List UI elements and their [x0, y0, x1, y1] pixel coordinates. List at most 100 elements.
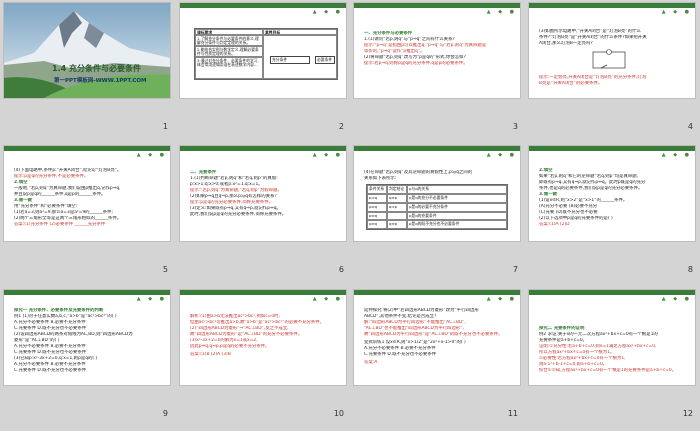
- slide-10-line: 因此p⇏q,q⇒p,p是q的必要不充分条件。: [190, 344, 270, 349]
- slide-thumbnail-1[interactable]: 1.4 充分条件与必要条件 第一PPT模板网-WWW.1PPT.COM 1: [4, 3, 170, 131]
- slide-nav-icons: ▲ ◆ ●: [312, 152, 343, 158]
- slide-1-footer: 第一PPT模板网-WWW.1PPT.COM: [54, 78, 147, 84]
- slide-10-line: 故“四边形ABCD为菱形”是“AC⊥BD”的充分不必要条件。: [190, 332, 303, 337]
- slide-5-line: 一般地,“若p,则q”为真命题,我们说由p推出q,记作p⇒q,: [14, 186, 121, 191]
- slide-thumbnail-7[interactable]: ▲ ◆ ● (4)在命题“若p,则q”及其逆命题的真假性上,p与q之间的 关系如…: [354, 146, 520, 274]
- slide-11-line: 变式训练1 设x∈R,则“x>1/2”是“2x²+x-1>0”的( ): [364, 340, 466, 345]
- concept-box-necessary: 必要条件: [315, 56, 335, 64]
- slide-thumbnail-3[interactable]: ▲ ◆ ● 一、充分条件与必要条件 1.(1)请问“若p,则q”与“p⇒q”之间…: [354, 3, 520, 131]
- slide-12-canvas: ▲ ◆ ● 探究二 充要条件的证明 例2 求证:关于x的一元二次方程ax²+bx…: [529, 290, 695, 385]
- goals-table: 课标要求 素养目标 1.了解充分条件与必要条件的意义,理解充分条件与判定定理的关…: [194, 28, 338, 80]
- concept-box-sufficient: 充分条件: [270, 56, 310, 64]
- slide-thumbnail-6[interactable]: ▲ ◆ ● 二、充要条件 1.(1)判断命题“若p,则q”和“若q,则p”的真假…: [180, 146, 346, 274]
- slide-9-line: A.充分不必要条件 B.必要不充分条件: [14, 344, 86, 349]
- slide-10-line: (3)x²-3x+2=0的解为x=1或x=2,: [190, 338, 258, 343]
- slide-thumbnail-8[interactable]: ▲ ◆ ● 2.填空 如果“若p,则q”和它的逆命题“若q,则p”均是真命题, …: [529, 146, 695, 274]
- slide-number: 12: [682, 409, 693, 418]
- table-cell: p⇏q: [367, 203, 387, 212]
- table-cell: p是q的既不充分也不必要条件: [407, 220, 507, 229]
- slide-2-canvas: ▲ ◆ ● 课标要求 素养目标 1.了解充分条件与必要条件的意义,理解充分条件与…: [180, 3, 346, 98]
- slide-11-line: 延伸探究 将(2)中“若四边形ABCD为菱形”改为“平行四边形: [364, 308, 479, 313]
- slide-5-line: 提示:p是q的充分条件,不是必要条件。: [14, 174, 89, 179]
- slide-3-canvas: ▲ ◆ ● 一、充分条件与必要条件 1.(1)请问“若p,则q”与“p⇒q”之间…: [354, 3, 520, 98]
- slide-3-line: (2)将命题“若p,则q”改写为“p是q的”形式,你会怎样?: [364, 55, 466, 60]
- condition-relation-table: 条件关系 判定结论 p与q的关系 p⇒q q⇏p p是q的充分不必要条件 p⇏q…: [366, 184, 508, 230]
- table-cell: q⇏p: [387, 220, 407, 229]
- slide-6-line: (3)定义:如果既有p⇒q,又有q⇒p,就记作p⇔q。: [190, 206, 281, 211]
- slide-9-line: C.充要条件 D.既不充分也不必要条件: [14, 326, 87, 331]
- slide-4-line: (3)如图所示电路中,“开关A闭合”是“灯泡B亮”的什么: [539, 29, 641, 34]
- slide-thumbnail-5[interactable]: ▲ ◆ ● (4)下面电路中,条件p:“开关A闭合”,结论q:“灯泡B亮”。 提…: [4, 146, 170, 274]
- slide-12-line: ②必要性:若方程ax²+bx+c=0有一个根为1,: [539, 356, 626, 361]
- slide-11-line: 故“四边形ABCD为平行四边形”是“AC⊥BD”的既不充分也不必要条件。: [364, 332, 503, 337]
- slide-9-canvas: ▲ ◆ ● 探究一 充分条件、必要条件及充要条件的判断 例1 (1)对于任意实数…: [4, 290, 170, 385]
- slide-7-canvas: ▲ ◆ ● (4)在命题“若p,则q”及其逆命题的真假性上,p与q之间的 关系如…: [354, 146, 520, 241]
- slide-thumbnail-2[interactable]: ▲ ◆ ● 课标要求 素养目标 1.了解充分条件与必要条件的意义,理解充分条件与…: [180, 3, 346, 131]
- slide-9-line: 例1 (1)对于任意实数a,b,c,“a>b”是“ac²>bc²”的( ): [14, 314, 117, 319]
- slide-11-line: 答案:A: [364, 360, 378, 365]
- slide-top-bar: [180, 146, 346, 151]
- table-cell: p⇒q: [367, 194, 387, 203]
- slide-thumbnail-4[interactable]: ▲ ◆ ● (3)如图所示电路中,“开关A闭合”是“灯泡B亮”的什么 条件?“灯…: [529, 3, 695, 131]
- slide-number: 5: [162, 265, 168, 274]
- slide-number: 1: [162, 122, 168, 131]
- slide-top-bar: [354, 290, 520, 295]
- table-header-cell: 判定结论: [387, 185, 407, 194]
- slide-5-line: (2)两个三角形全等是这两个三角形相似的______条件。: [14, 216, 122, 221]
- slide-thumbnail-9[interactable]: ▲ ◆ ● 探究一 充分条件、必要条件及充要条件的判断 例1 (1)对于任意实数…: [4, 290, 170, 418]
- slide-12-line: 所以方程ax²+bx+c=0有一个根为1。: [539, 350, 615, 355]
- slide-8-line: 答案:(1)A (2)D: [539, 222, 570, 227]
- slide-8-line: 如果“若p,则q”和它的逆命题“若q,则p”均是真命题,: [539, 174, 639, 179]
- slide-9-line: A.充分不必要条件 B.必要不充分条件: [14, 320, 86, 325]
- slide-12-line: 例2 求证:关于x的一元二次方程ax²+bx+c=0有一个根是1的: [539, 332, 658, 337]
- slide-9-line: 探究一 充分条件、必要条件及充要条件的判断: [14, 308, 104, 313]
- slide-8-line: 3.做一做: [539, 192, 557, 197]
- slide-6-canvas: ▲ ◆ ● 二、充要条件 1.(1)判断命题“若p,则q”和“若q,则p”的真假…: [180, 146, 346, 241]
- slide-6-line: 此时,我们说p是q的充分必要条件,简称充要条件。: [190, 212, 287, 217]
- slide-8-line: (A)充分不必要 (B)必要不充分: [539, 204, 598, 209]
- slide-4-canvas: ▲ ◆ ● (3)如图所示电路中,“开关A闭合”是“灯泡B亮”的什么 条件?“灯…: [529, 3, 695, 98]
- slide-10-line: (2)“四边形ABCD为菱形”⇒“AC⊥BD”,反之不成立,: [190, 326, 289, 331]
- table-cell: q⇏p: [387, 194, 407, 203]
- table-cell: p是q的必要不充分条件: [407, 203, 507, 212]
- slide-10-line: 答案:(1)B (2)A (3)B: [190, 352, 231, 357]
- slide-8-line: (1)设x∈R,则“x>2”是“x>1”的______条件。: [539, 198, 628, 203]
- slide-thumbnail-12[interactable]: ▲ ◆ ● 探究二 充要条件的证明 例2 求证:关于x的一元二次方程ax²+bx…: [529, 290, 695, 418]
- slide-nav-icons: ▲ ◆ ●: [661, 9, 692, 15]
- slide-5-canvas: ▲ ◆ ● (4)下面电路中,条件p:“开关A闭合”,结论q:“灯泡B亮”。 提…: [4, 146, 170, 241]
- table-cell: p⇏q: [367, 220, 387, 229]
- slide-nav-icons: ▲ ◆ ●: [312, 9, 343, 15]
- slide-5-line: 答案:(1)充分条件 (2)必要条件 ______充分条件: [14, 222, 106, 227]
- slide-5-line: 并且说p是q的______条件,q是p的______条件。: [14, 192, 106, 197]
- slide-number: 4: [687, 122, 693, 131]
- table-cell: p是q的充分不必要条件: [407, 194, 507, 203]
- slide-number: 9: [162, 409, 168, 418]
- slide-nav-icons: ▲ ◆ ●: [661, 152, 692, 158]
- slide-12-line: 探究二 充要条件的证明: [539, 326, 585, 331]
- slide-number: 3: [512, 122, 518, 131]
- slide-thumbnail-10[interactable]: ▲ ◆ ● 解析:(1)由a>b无法推出ac²>bc²,例如c=0时, 但由ac…: [180, 290, 346, 418]
- slide-4-line: 条件?“灯泡B亮”是“开关A闭合”的什么条件?如果把开关: [539, 35, 647, 40]
- slide-number: 10: [333, 409, 344, 418]
- slide-8-line: (C)充要 (D)既不充分也不必要: [539, 210, 598, 215]
- slide-8-line: (2)以下选项中p是q的充要条件的是( ): [539, 216, 613, 221]
- slide-11-line: ABCD”,其他条件不变,结论是否成立?: [364, 314, 437, 319]
- slide-top-bar: [180, 3, 346, 8]
- slide-top-bar: [180, 290, 346, 295]
- slide-10-line: 解析:(1)由a>b无法推出ac²>bc²,例如c=0时,: [190, 314, 280, 319]
- slide-5-line: 用“充分条件”和“必要条件”填空:: [14, 204, 78, 209]
- slide-number: 11: [507, 409, 518, 418]
- slide-9-line: 菱形”是“AC⊥BD”的( ): [14, 338, 60, 343]
- slide-8-canvas: ▲ ◆ ● 2.填空 如果“若p,则q”和它的逆命题“若q,则p”均是真命题, …: [529, 146, 695, 241]
- slide-1-canvas: 1.4 充分条件与必要条件 第一PPT模板网-WWW.1PPT.COM: [4, 3, 170, 98]
- slide-top-bar: [354, 146, 520, 151]
- table-cell: p⇔q: [367, 212, 387, 220]
- table-cell: q⇒p: [387, 203, 407, 212]
- slide-11-line: C.充要条件 D.既不充分也不必要条件: [364, 352, 437, 357]
- slide-10-canvas: ▲ ◆ ● 解析:(1)由a>b无法推出ac²>bc²,例如c=0时, 但由ac…: [180, 290, 346, 385]
- slide-top-bar: [354, 3, 520, 8]
- slide-top-bar: [529, 290, 695, 295]
- slide-6-line: 提示:p是q的充分必要条件,简称充要条件。: [190, 200, 274, 205]
- slide-thumbnail-11[interactable]: ▲ ◆ ● 延伸探究 将(2)中“若四边形ABCD为菱形”改为“平行四边形 AB…: [354, 290, 520, 418]
- slide-9-line: A.充分不必要条件 B.必要不充分条件: [14, 362, 86, 367]
